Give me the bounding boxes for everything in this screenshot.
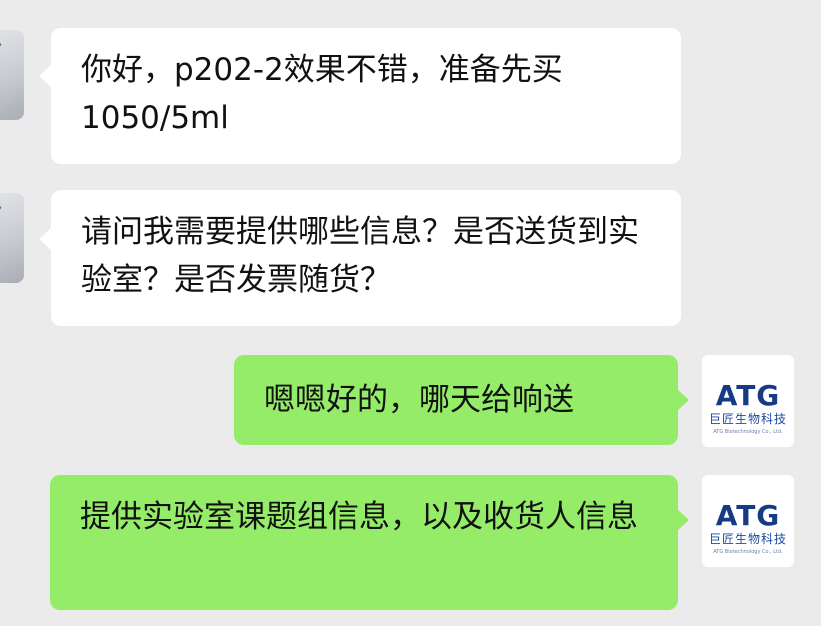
bubble-tail: [677, 389, 689, 411]
own-avatar[interactable]: ATG 巨匠生物科技 ATG Biotechnology Co., Ltd.: [702, 475, 794, 567]
pipette-icon: [0, 205, 2, 228]
atg-logo: ATG: [715, 499, 781, 532]
message-bubble-outgoing[interactable]: 提供实验室课题组信息，以及收货人信息: [50, 475, 678, 610]
message-bubble-incoming[interactable]: 你好，p202-2效果不错，准备先买1050/5ml: [51, 28, 681, 164]
contact-avatar[interactable]: [0, 30, 24, 120]
message-bubble-incoming[interactable]: 请问我需要提供哪些信息？是否送货到实验室？是否发票随货？: [51, 190, 681, 326]
atg-logo: ATG: [715, 379, 781, 412]
bubble-tail: [39, 228, 51, 250]
company-name-cn: 巨匠生物科技: [708, 532, 787, 546]
message-bubble-outgoing[interactable]: 嗯嗯好的，哪天给响送: [234, 355, 678, 445]
message-text: 请问我需要提供哪些信息？是否送货到实验室？是否发票随货？: [81, 214, 639, 298]
company-name-en: ATG Biotechnology Co., Ltd.: [713, 549, 783, 555]
company-name-en: ATG Biotechnology Co., Ltd.: [713, 429, 783, 435]
own-avatar[interactable]: ATG 巨匠生物科技 ATG Biotechnology Co., Ltd.: [702, 355, 794, 447]
company-name-cn: 巨匠生物科技: [708, 412, 787, 426]
bubble-tail: [39, 65, 51, 87]
pipette-icon: [0, 42, 2, 65]
contact-avatar[interactable]: [0, 193, 24, 283]
message-text: 你好，p202-2效果不错，准备先买1050/5ml: [81, 52, 563, 136]
bubble-tail: [677, 509, 689, 531]
message-text: 提供实验室课题组信息，以及收货人信息: [80, 499, 638, 535]
message-text: 嗯嗯好的，哪天给响送: [264, 382, 574, 418]
